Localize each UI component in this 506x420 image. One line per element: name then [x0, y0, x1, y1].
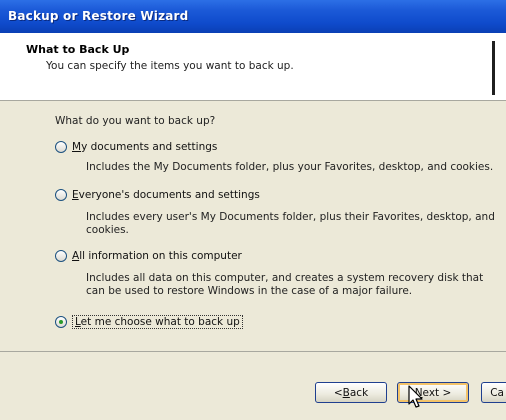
option-everyone-documents-description: Includes every user's My Documents folde…: [86, 211, 495, 236]
radio-all-information[interactable]: [55, 250, 67, 262]
window-title: Backup or Restore Wizard: [8, 9, 189, 23]
radio-my-documents[interactable]: [55, 141, 67, 153]
mouse-pointer-icon: [408, 385, 423, 408]
option-all-information-description: Includes all data on this computer, and …: [86, 272, 484, 297]
option-everyone-documents[interactable]: Everyone's documents and settings: [55, 187, 260, 203]
back-button[interactable]: < Back: [315, 382, 387, 403]
option-all-information[interactable]: All information on this computer: [55, 248, 242, 264]
wizard-body: What do you want to back up? My document…: [0, 101, 506, 351]
option-let-me-choose[interactable]: Let me choose what to back up: [55, 314, 243, 330]
option-my-documents-description: Includes the My Documents folder, plus y…: [86, 161, 494, 173]
option-everyone-documents-label: Everyone's documents and settings: [72, 189, 260, 201]
option-let-me-choose-label: Let me choose what to back up: [72, 315, 243, 329]
option-my-documents-label: My documents and settings: [72, 141, 218, 153]
option-all-information-label: All information on this computer: [72, 250, 242, 262]
title-bar[interactable]: Backup or Restore Wizard: [0, 0, 506, 33]
option-my-documents[interactable]: My documents and settings: [55, 139, 217, 155]
wizard-header: What to Back Up You can specify the item…: [0, 33, 506, 101]
radio-let-me-choose[interactable]: [55, 316, 67, 328]
radio-everyone-documents[interactable]: [55, 189, 67, 201]
page-subtitle: You can specify the items you want to ba…: [46, 60, 294, 72]
wizard-footer: < Back Next > Ca: [0, 351, 506, 420]
header-edge: [492, 41, 495, 95]
question-label: What do you want to back up?: [55, 115, 216, 127]
cancel-button[interactable]: Ca: [481, 382, 506, 403]
page-title: What to Back Up: [26, 43, 130, 56]
